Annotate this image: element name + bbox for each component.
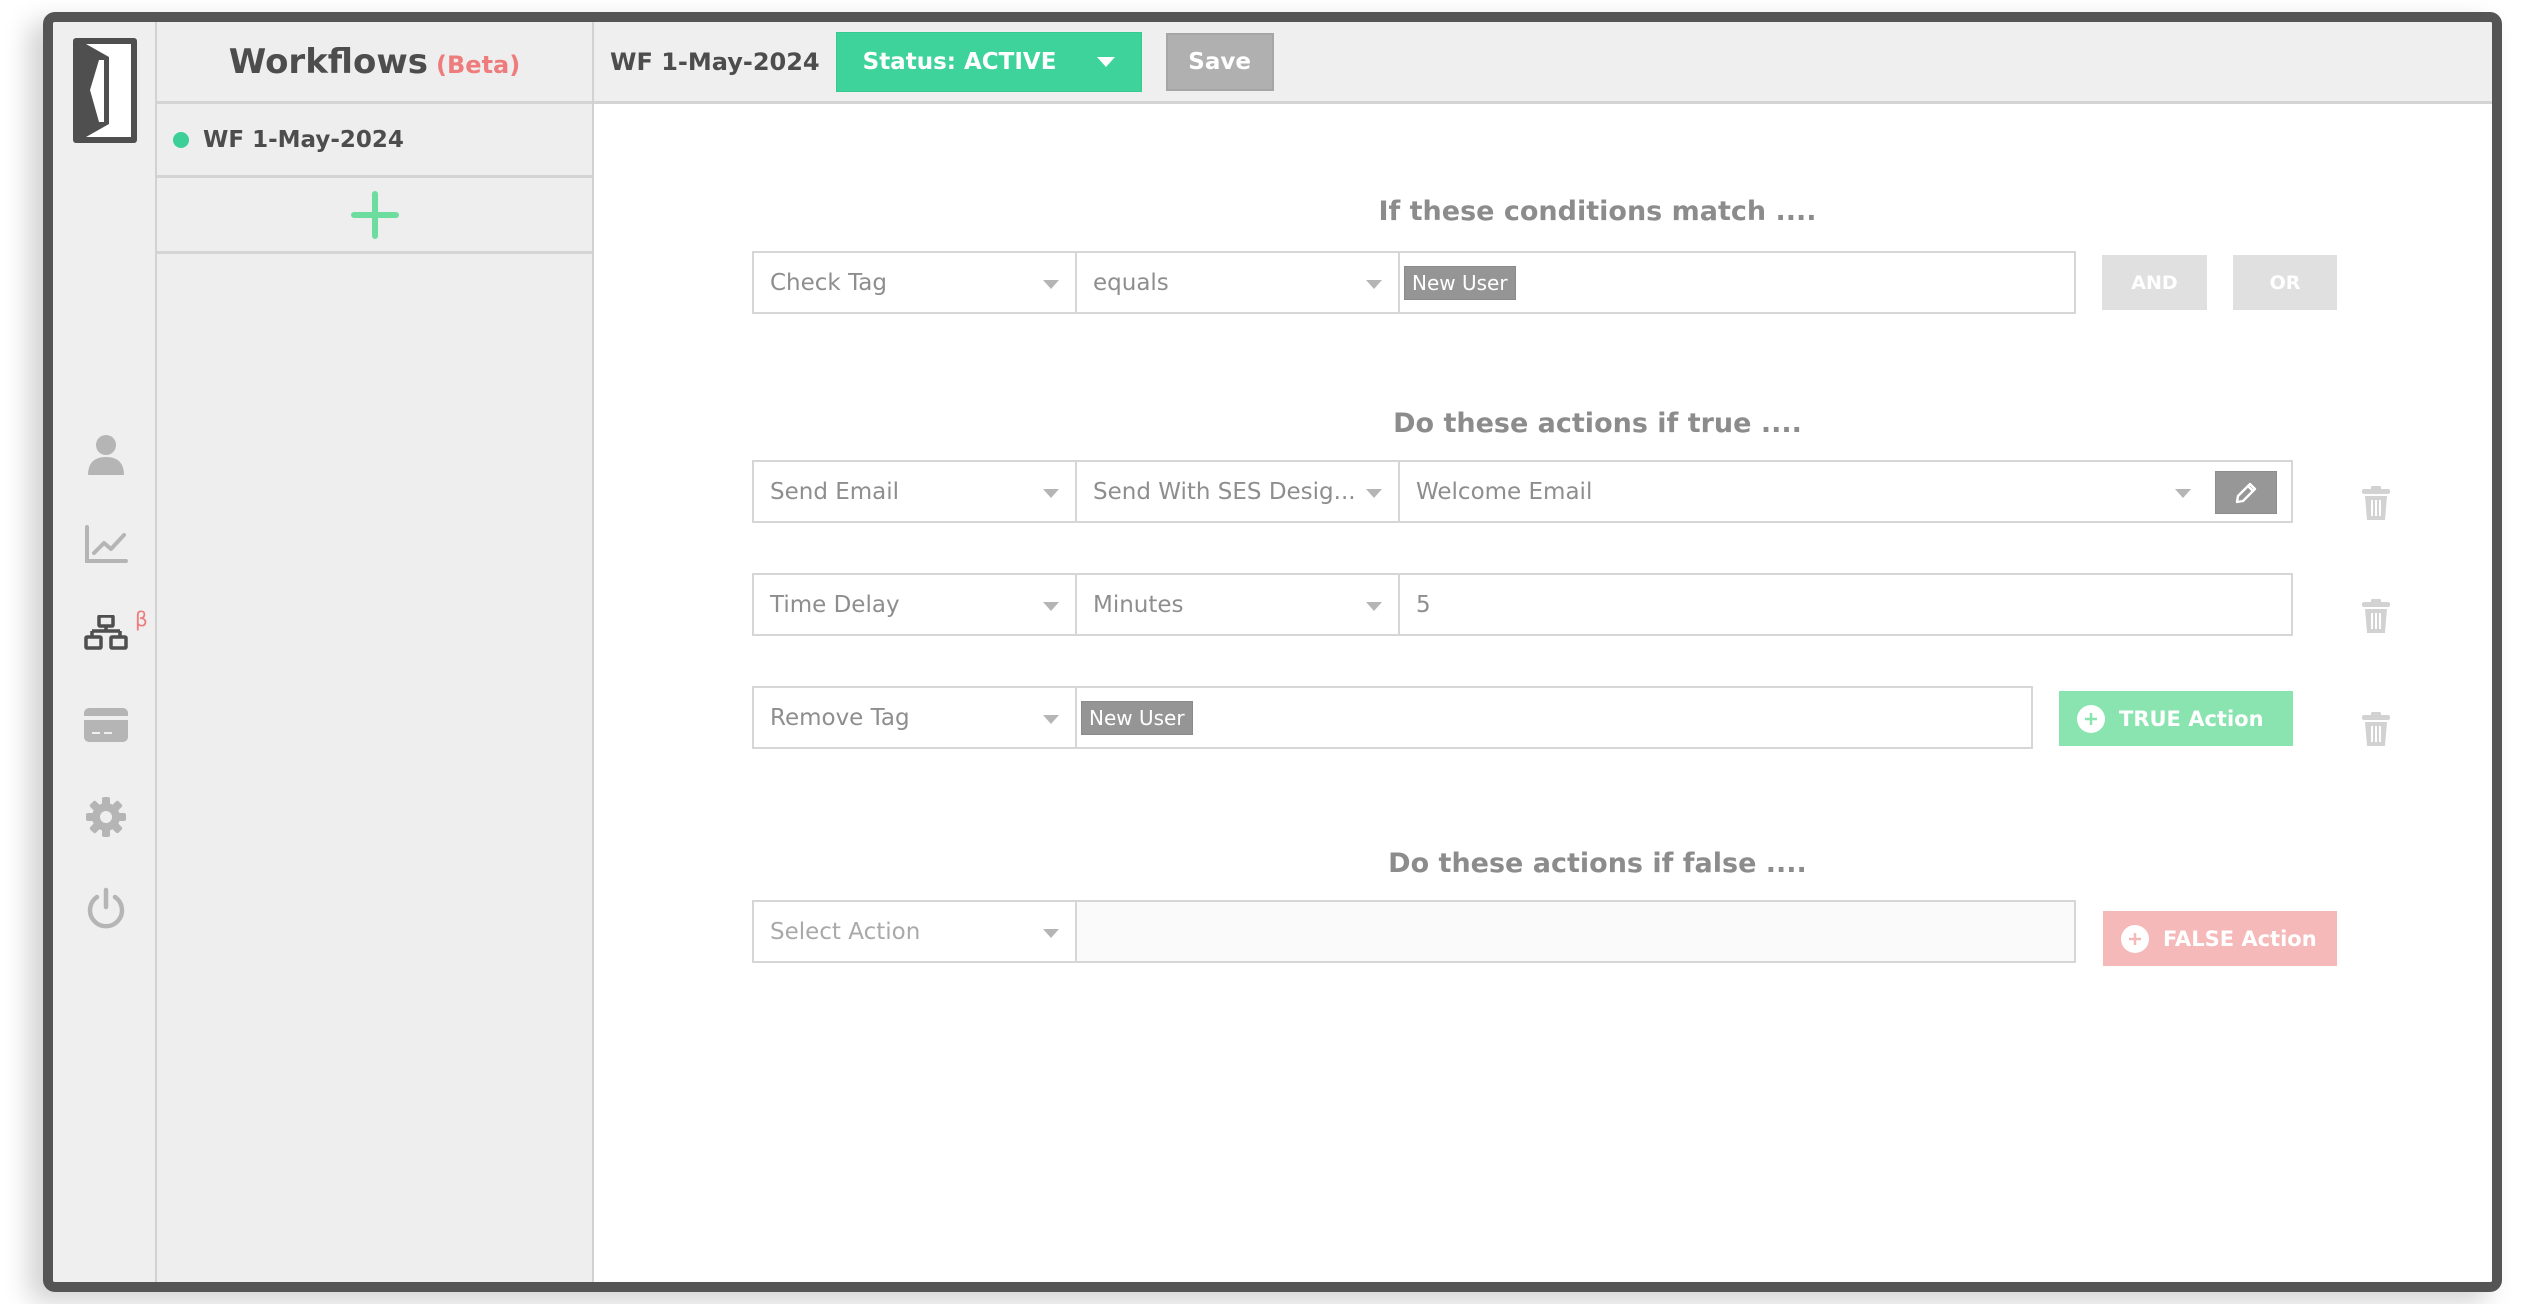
email-template-select[interactable]: Welcome Email (1400, 462, 2291, 521)
plus-icon (350, 190, 399, 239)
email-method-select[interactable]: Send With SES Desig... (1077, 462, 1400, 521)
workflow-icon[interactable] (83, 610, 129, 656)
add-true-action-button[interactable]: TRUE Action (2059, 691, 2293, 746)
workflow-list-item[interactable]: WF 1-May-2024 (157, 104, 592, 178)
delay-amount-value: 5 (1416, 591, 1431, 618)
logo-icon[interactable] (73, 38, 137, 143)
chevron-down-icon (1366, 280, 1382, 289)
true-actions-heading: Do these actions if true .... (1393, 408, 1802, 439)
and-button[interactable]: AND (2102, 255, 2207, 310)
tag-chip[interactable]: New User (1404, 265, 1516, 300)
beta-label: (Beta) (436, 50, 521, 79)
chevron-down-icon (1366, 602, 1382, 611)
action-type-value: Send Email (770, 478, 900, 505)
chart-icon[interactable] (83, 522, 129, 568)
email-template-value: Welcome Email (1416, 478, 1593, 505)
chevron-down-icon (1043, 929, 1059, 938)
condition-operator-select[interactable]: equals (1077, 253, 1400, 312)
app-window: β Workflows (Beta) WF 1-May-2024 WF 1-Ma… (43, 12, 2502, 1292)
action-type-value: Time Delay (770, 591, 900, 618)
or-button[interactable]: OR (2233, 255, 2337, 310)
action-type-select[interactable]: Send Email (754, 462, 1077, 521)
false-action-row: Select Action (752, 900, 2076, 963)
chevron-down-icon (1043, 280, 1059, 289)
tag-chip[interactable]: New User (1081, 700, 1193, 735)
editor-content: If these conditions match .... Check Tag… (594, 22, 2492, 1282)
chevron-down-icon (1043, 715, 1059, 724)
false-action-type-select[interactable]: Select Action (754, 902, 1077, 961)
condition-tag-input[interactable]: New User (1400, 253, 2074, 312)
chevron-down-icon (1043, 602, 1059, 611)
false-action-value-input[interactable] (1077, 902, 2074, 961)
add-true-action-label: TRUE Action (2119, 706, 2264, 731)
panel-title: Workflows (228, 41, 429, 82)
action-row-remove-tag: Remove Tag New User (752, 686, 2033, 749)
delay-unit-value: Minutes (1093, 591, 1184, 618)
chevron-down-icon (1366, 489, 1382, 498)
add-false-action-button[interactable]: FALSE Action (2103, 911, 2337, 966)
edit-template-button[interactable] (2215, 471, 2277, 514)
gear-icon[interactable] (83, 794, 129, 840)
workflow-name: WF 1-May-2024 (203, 126, 404, 153)
action-row-send-email: Send Email Send With SES Desig... Welcom… (752, 460, 2293, 523)
trash-icon[interactable] (2362, 486, 2390, 520)
workflow-list-panel: Workflows (Beta) WF 1-May-2024 (157, 22, 594, 1282)
condition-operator-value: equals (1093, 269, 1169, 296)
pencil-icon (2235, 482, 2257, 503)
action-type-select[interactable]: Remove Tag (754, 688, 1077, 747)
power-icon[interactable] (83, 886, 129, 932)
plus-circle-icon (2077, 704, 2105, 733)
chevron-down-icon (1043, 489, 1059, 498)
action-row-time-delay: Time Delay Minutes 5 (752, 573, 2293, 636)
icon-rail: β (53, 22, 157, 1282)
condition-field-select[interactable]: Check Tag (754, 253, 1077, 312)
delay-unit-select[interactable]: Minutes (1077, 575, 1400, 634)
remove-tag-input[interactable]: New User (1077, 688, 2031, 747)
trash-icon[interactable] (2362, 599, 2390, 633)
trash-icon[interactable] (2362, 712, 2390, 746)
add-workflow-button[interactable] (157, 178, 592, 254)
action-type-value: Remove Tag (770, 704, 910, 731)
chevron-down-icon (2175, 489, 2191, 498)
condition-row: Check Tag equals New User (752, 251, 2076, 314)
email-method-value: Send With SES Desig... (1093, 478, 1356, 505)
action-type-select[interactable]: Time Delay (754, 575, 1077, 634)
plus-circle-icon (2121, 924, 2149, 953)
panel-header: Workflows (Beta) (157, 22, 592, 104)
status-dot-icon (173, 131, 189, 148)
conditions-heading: If these conditions match .... (1378, 196, 1817, 227)
condition-field-value: Check Tag (770, 269, 887, 296)
action-type-placeholder: Select Action (770, 918, 921, 945)
beta-badge: β (135, 607, 148, 631)
false-actions-heading: Do these actions if false .... (1388, 848, 1807, 879)
credit-card-icon[interactable] (83, 702, 129, 748)
workflow-editor: WF 1-May-2024 Status: ACTIVE Save If the… (594, 22, 2492, 1282)
add-false-action-label: FALSE Action (2163, 926, 2317, 951)
user-icon[interactable] (83, 432, 129, 478)
delay-amount-input[interactable]: 5 (1400, 575, 2291, 634)
